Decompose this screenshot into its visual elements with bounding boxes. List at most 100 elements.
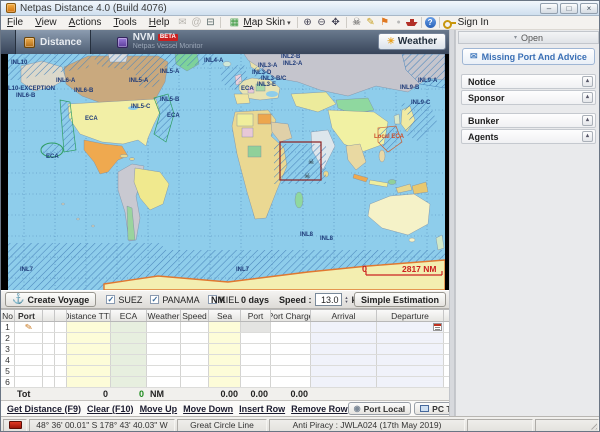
table-cell[interactable] bbox=[181, 344, 209, 354]
table-cell[interactable] bbox=[147, 333, 181, 343]
collapse-up-icon[interactable]: ▴ bbox=[582, 76, 593, 87]
table-cell[interactable] bbox=[55, 366, 67, 376]
canal-checkbox-panama[interactable]: ✓PANAMA bbox=[150, 295, 199, 305]
table-cell[interactable] bbox=[147, 355, 181, 365]
table-cell[interactable] bbox=[241, 344, 271, 354]
table-cell[interactable] bbox=[111, 366, 147, 376]
table-cell[interactable] bbox=[111, 333, 147, 343]
table-cell[interactable] bbox=[271, 333, 311, 343]
piracy-zone-icon[interactable]: ☠ bbox=[350, 16, 364, 29]
print-icon[interactable]: ⊟ bbox=[203, 16, 217, 29]
table-cell[interactable] bbox=[377, 344, 444, 354]
table-cell[interactable]: 2 bbox=[1, 333, 15, 343]
table-cell[interactable] bbox=[181, 333, 209, 343]
table-cell[interactable] bbox=[15, 377, 43, 387]
table-cell[interactable] bbox=[67, 322, 111, 332]
table-cell[interactable] bbox=[67, 355, 111, 365]
menu-view[interactable]: View bbox=[29, 16, 63, 29]
collapse-up-icon[interactable]: ▴ bbox=[582, 92, 593, 103]
table-cell[interactable] bbox=[271, 344, 311, 354]
column-header-no[interactable]: No bbox=[1, 310, 15, 321]
create-voyage-button[interactable]: ⚓ Create Voyage bbox=[5, 292, 96, 307]
fit-screen-icon[interactable]: ✥ bbox=[329, 16, 343, 29]
table-cell[interactable] bbox=[311, 366, 377, 376]
action-link-remove-row[interactable]: Remove Row bbox=[291, 404, 348, 414]
simple-estimation-button[interactable]: Simple Estimation bbox=[354, 292, 446, 307]
table-cell[interactable] bbox=[67, 366, 111, 376]
zoom-out-icon[interactable]: ⊖ bbox=[315, 16, 329, 29]
table-cell[interactable] bbox=[55, 322, 67, 332]
table-cell[interactable] bbox=[43, 322, 55, 332]
table-cell[interactable] bbox=[55, 333, 67, 343]
table-cell[interactable] bbox=[43, 366, 55, 376]
table-cell[interactable] bbox=[111, 377, 147, 387]
column-header-arrival[interactable]: Arrival bbox=[311, 310, 377, 321]
pc-time-toggle[interactable]: PC Time bbox=[414, 402, 449, 415]
column-header-blank[interactable] bbox=[55, 310, 67, 321]
ship-icon[interactable] bbox=[406, 18, 418, 27]
table-cell[interactable] bbox=[241, 377, 271, 387]
table-cell[interactable] bbox=[55, 377, 67, 387]
table-cell[interactable] bbox=[67, 333, 111, 343]
table-row[interactable]: 3 bbox=[1, 344, 449, 355]
table-cell[interactable] bbox=[67, 344, 111, 354]
table-cell[interactable] bbox=[377, 322, 444, 332]
sidebar-open-header[interactable]: ▾ Open bbox=[458, 31, 599, 44]
table-cell[interactable] bbox=[43, 344, 55, 354]
table-cell[interactable]: 5 bbox=[1, 366, 15, 376]
table-cell[interactable] bbox=[377, 377, 444, 387]
resize-grip[interactable] bbox=[588, 421, 597, 430]
table-cell[interactable] bbox=[55, 355, 67, 365]
tab-nvm[interactable]: NVM BETA Netpas Vessel Monitor bbox=[109, 30, 211, 54]
column-header-eca[interactable]: ECA bbox=[111, 310, 147, 321]
column-header-blank[interactable] bbox=[43, 310, 55, 321]
table-cell[interactable] bbox=[43, 377, 55, 387]
zoom-in-icon[interactable]: ⊕ bbox=[301, 16, 315, 29]
speed-stepper[interactable]: ▲▼ bbox=[345, 296, 349, 304]
world-map[interactable]: ☠ ☠ INL10INL4-AINL6-AINL6-BL10-EXCEPTION… bbox=[1, 54, 449, 290]
table-cell[interactable] bbox=[111, 355, 147, 365]
help-icon[interactable]: ? bbox=[425, 17, 436, 28]
table-cell[interactable] bbox=[15, 366, 43, 376]
table-cell[interactable] bbox=[111, 322, 147, 332]
flag-icon[interactable]: ⚑ bbox=[378, 16, 392, 29]
table-cell[interactable] bbox=[241, 355, 271, 365]
table-cell[interactable] bbox=[271, 377, 311, 387]
menu-tools[interactable]: Tools bbox=[107, 16, 142, 29]
maximize-button[interactable]: □ bbox=[560, 3, 578, 14]
column-header-sea[interactable]: Sea bbox=[209, 310, 241, 321]
menu-help[interactable]: Help bbox=[143, 16, 176, 29]
table-cell[interactable] bbox=[271, 322, 311, 332]
table-cell[interactable] bbox=[377, 355, 444, 365]
table-cell[interactable] bbox=[241, 333, 271, 343]
table-row[interactable]: 2 bbox=[1, 333, 449, 344]
column-header-weather[interactable]: Weather bbox=[147, 310, 181, 321]
table-cell[interactable] bbox=[147, 366, 181, 376]
table-cell[interactable] bbox=[311, 355, 377, 365]
table-cell[interactable] bbox=[181, 322, 209, 332]
table-cell[interactable]: ✎ bbox=[15, 322, 43, 332]
table-cell[interactable] bbox=[311, 333, 377, 343]
table-cell[interactable] bbox=[111, 344, 147, 354]
action-link-clear-f10-[interactable]: Clear (F10) bbox=[87, 404, 134, 414]
table-cell[interactable] bbox=[147, 377, 181, 387]
menu-file[interactable]: File bbox=[1, 16, 29, 29]
sidebar-section-notice[interactable]: Notice▴ bbox=[461, 74, 596, 89]
collapse-up-icon[interactable]: ▴ bbox=[582, 115, 593, 126]
canal-checkbox-suez[interactable]: ✓SUEZ bbox=[106, 295, 142, 305]
column-header-port-charge[interactable]: Port Charge bbox=[271, 310, 311, 321]
column-header-speed[interactable]: Speed bbox=[181, 310, 209, 321]
table-cell[interactable] bbox=[271, 366, 311, 376]
table-cell[interactable] bbox=[209, 377, 241, 387]
table-cell[interactable] bbox=[209, 355, 241, 365]
collapse-up-icon[interactable]: ▴ bbox=[582, 131, 593, 142]
action-link-insert-row[interactable]: Insert Row bbox=[239, 404, 285, 414]
table-cell[interactable] bbox=[209, 333, 241, 343]
column-header-port[interactable]: Port bbox=[15, 310, 43, 321]
column-header-port[interactable]: Port bbox=[241, 310, 271, 321]
table-row[interactable]: 4 bbox=[1, 355, 449, 366]
column-header-departure[interactable]: Departure bbox=[377, 310, 444, 321]
table-cell[interactable] bbox=[311, 344, 377, 354]
table-cell[interactable] bbox=[377, 366, 444, 376]
close-button[interactable]: × bbox=[580, 3, 598, 14]
